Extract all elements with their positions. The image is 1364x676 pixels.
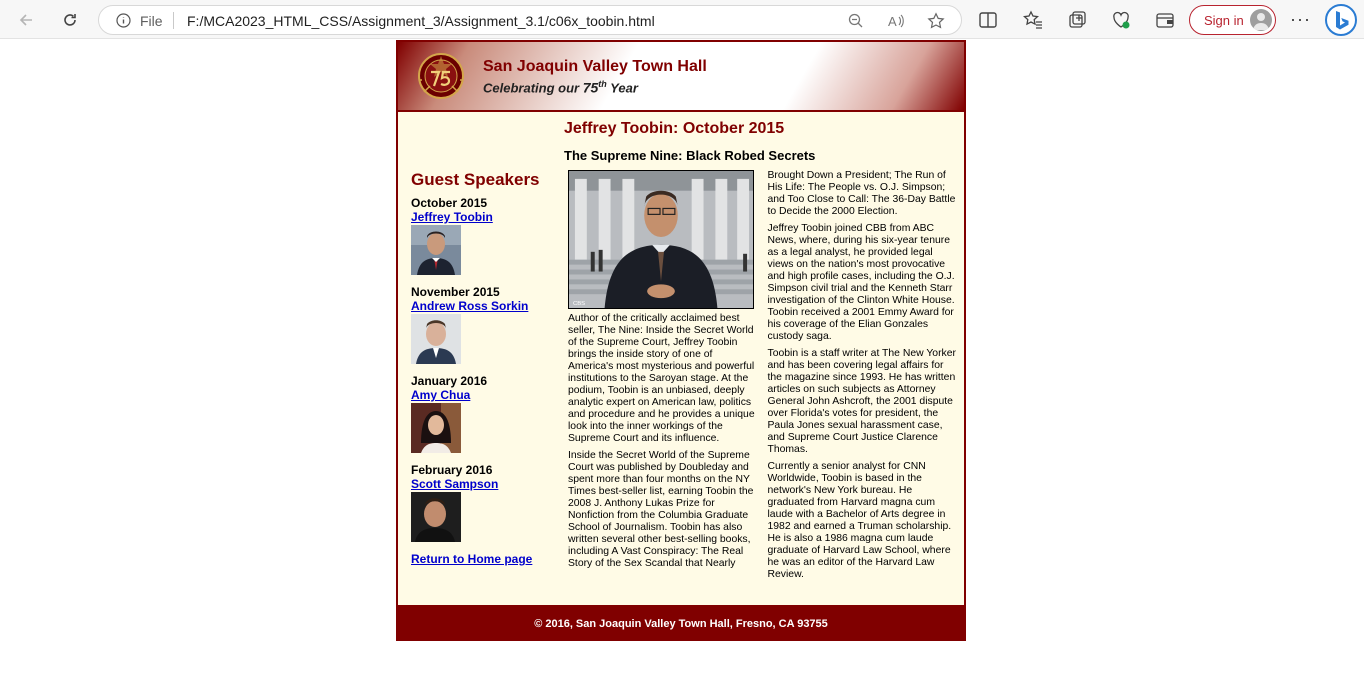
url-scheme: File bbox=[140, 13, 163, 29]
speaker-date: January 2016 bbox=[411, 374, 488, 388]
speaker-link-chua[interactable]: Amy Chua bbox=[411, 388, 561, 402]
sign-in-button[interactable]: Sign in bbox=[1189, 5, 1276, 35]
subtitle-suffix: Year bbox=[610, 80, 638, 96]
site-header: San Joaquin Valley Town Hall Celebrating… bbox=[398, 42, 964, 112]
subtitle-number: 75 bbox=[582, 79, 599, 96]
more-options-icon[interactable]: ··· bbox=[1290, 10, 1311, 28]
favorites-icon[interactable] bbox=[1023, 10, 1043, 30]
speaker-link-sorkin[interactable]: Andrew Ross Sorkin bbox=[411, 299, 561, 313]
read-aloud-icon[interactable]: A bbox=[887, 12, 905, 30]
footer-copyright: © 2016, San Joaquin Valley Town Hall, Fr… bbox=[534, 618, 828, 630]
speaker-item: February 2016 Scott Sampson bbox=[411, 463, 561, 542]
browser-essentials-icon[interactable] bbox=[1111, 10, 1131, 30]
back-arrow-icon bbox=[19, 14, 32, 26]
url-text[interactable]: F:/MCA2023_HTML_CSS/Assignment_3/Assignm… bbox=[187, 13, 655, 29]
speaker-link-sampson[interactable]: Scott Sampson bbox=[411, 477, 561, 491]
speaker-link-toobin[interactable]: Jeffrey Toobin bbox=[411, 210, 561, 224]
town-hall-75-logo bbox=[418, 53, 464, 99]
article-columns: CBS Author of the critically acclaimed b… bbox=[564, 170, 956, 581]
speaker-title: Jeffrey Toobin: October 2015 bbox=[564, 120, 785, 137]
speaker-item: January 2016 Amy Chua bbox=[411, 374, 561, 453]
address-bar[interactable]: File F:/MCA2023_HTML_CSS/Assignment_3/As… bbox=[98, 5, 962, 35]
speaker-photo[interactable] bbox=[411, 403, 461, 453]
zoom-out-icon[interactable] bbox=[847, 12, 865, 30]
browser-wallet-icon[interactable] bbox=[1155, 10, 1175, 30]
speaker-photo[interactable] bbox=[411, 492, 461, 542]
article-paragraph: Toobin is a staff writer at The New York… bbox=[767, 348, 956, 455]
sidebar-heading: Guest Speakers bbox=[411, 170, 540, 189]
back-button[interactable] bbox=[12, 6, 40, 34]
browser-toolbar: File F:/MCA2023_HTML_CSS/Assignment_3/As… bbox=[0, 0, 1364, 39]
site-title: San Joaquin Valley Town Hall bbox=[483, 58, 707, 75]
refresh-icon bbox=[64, 14, 76, 26]
refresh-button[interactable] bbox=[56, 6, 84, 34]
url-separator bbox=[173, 12, 174, 29]
svg-text:CBS: CBS bbox=[573, 301, 585, 307]
info-icon[interactable] bbox=[116, 13, 131, 28]
speaker-photo[interactable] bbox=[411, 225, 461, 275]
speaker-date: February 2016 bbox=[411, 463, 493, 477]
main-content: Jeffrey Toobin: October 2015 The Supreme… bbox=[564, 120, 956, 581]
speaker-date: November 2015 bbox=[411, 285, 500, 299]
speaker-date: October 2015 bbox=[411, 196, 488, 210]
speakers-sidebar: Guest Speakers October 2015 Jeffrey Toob… bbox=[411, 170, 561, 566]
sign-in-label: Sign in bbox=[1204, 13, 1244, 28]
collections-icon[interactable] bbox=[1067, 10, 1087, 30]
svg-text:A: A bbox=[888, 14, 897, 29]
subtitle-prefix: Celebrating our bbox=[483, 80, 580, 96]
page-container: San Joaquin Valley Town Hall Celebrating… bbox=[396, 40, 966, 641]
speaker-photo[interactable] bbox=[411, 314, 461, 364]
article-paragraph: Author of the critically acclaimed best … bbox=[568, 313, 755, 444]
profile-avatar-icon bbox=[1250, 9, 1272, 31]
subtitle-ordinal: th bbox=[598, 79, 607, 89]
toobin-supreme-court-photo: CBS bbox=[568, 170, 754, 309]
site-subtitle: Celebrating our 75th Year bbox=[483, 79, 638, 95]
speaker-item: October 2015 Jeffrey Toobin bbox=[411, 196, 561, 275]
article-paragraph: Jeffrey Toobin joined CBB from ABC News,… bbox=[767, 223, 955, 342]
site-footer: © 2016, San Joaquin Valley Town Hall, Fr… bbox=[398, 605, 964, 641]
article-paragraph: Currently a senior analyst for CNN World… bbox=[767, 461, 952, 580]
lecture-title: The Supreme Nine: Black Robed Secrets bbox=[564, 148, 816, 163]
page-viewport: San Joaquin Valley Town Hall Celebrating… bbox=[0, 40, 1364, 676]
favorite-star-icon[interactable] bbox=[927, 12, 945, 30]
speaker-item: November 2015 Andrew Ross Sorkin bbox=[411, 285, 561, 364]
split-screen-icon[interactable] bbox=[978, 10, 998, 30]
copilot-bing-icon[interactable] bbox=[1325, 4, 1357, 36]
return-home-link[interactable]: Return to Home page bbox=[411, 552, 561, 566]
